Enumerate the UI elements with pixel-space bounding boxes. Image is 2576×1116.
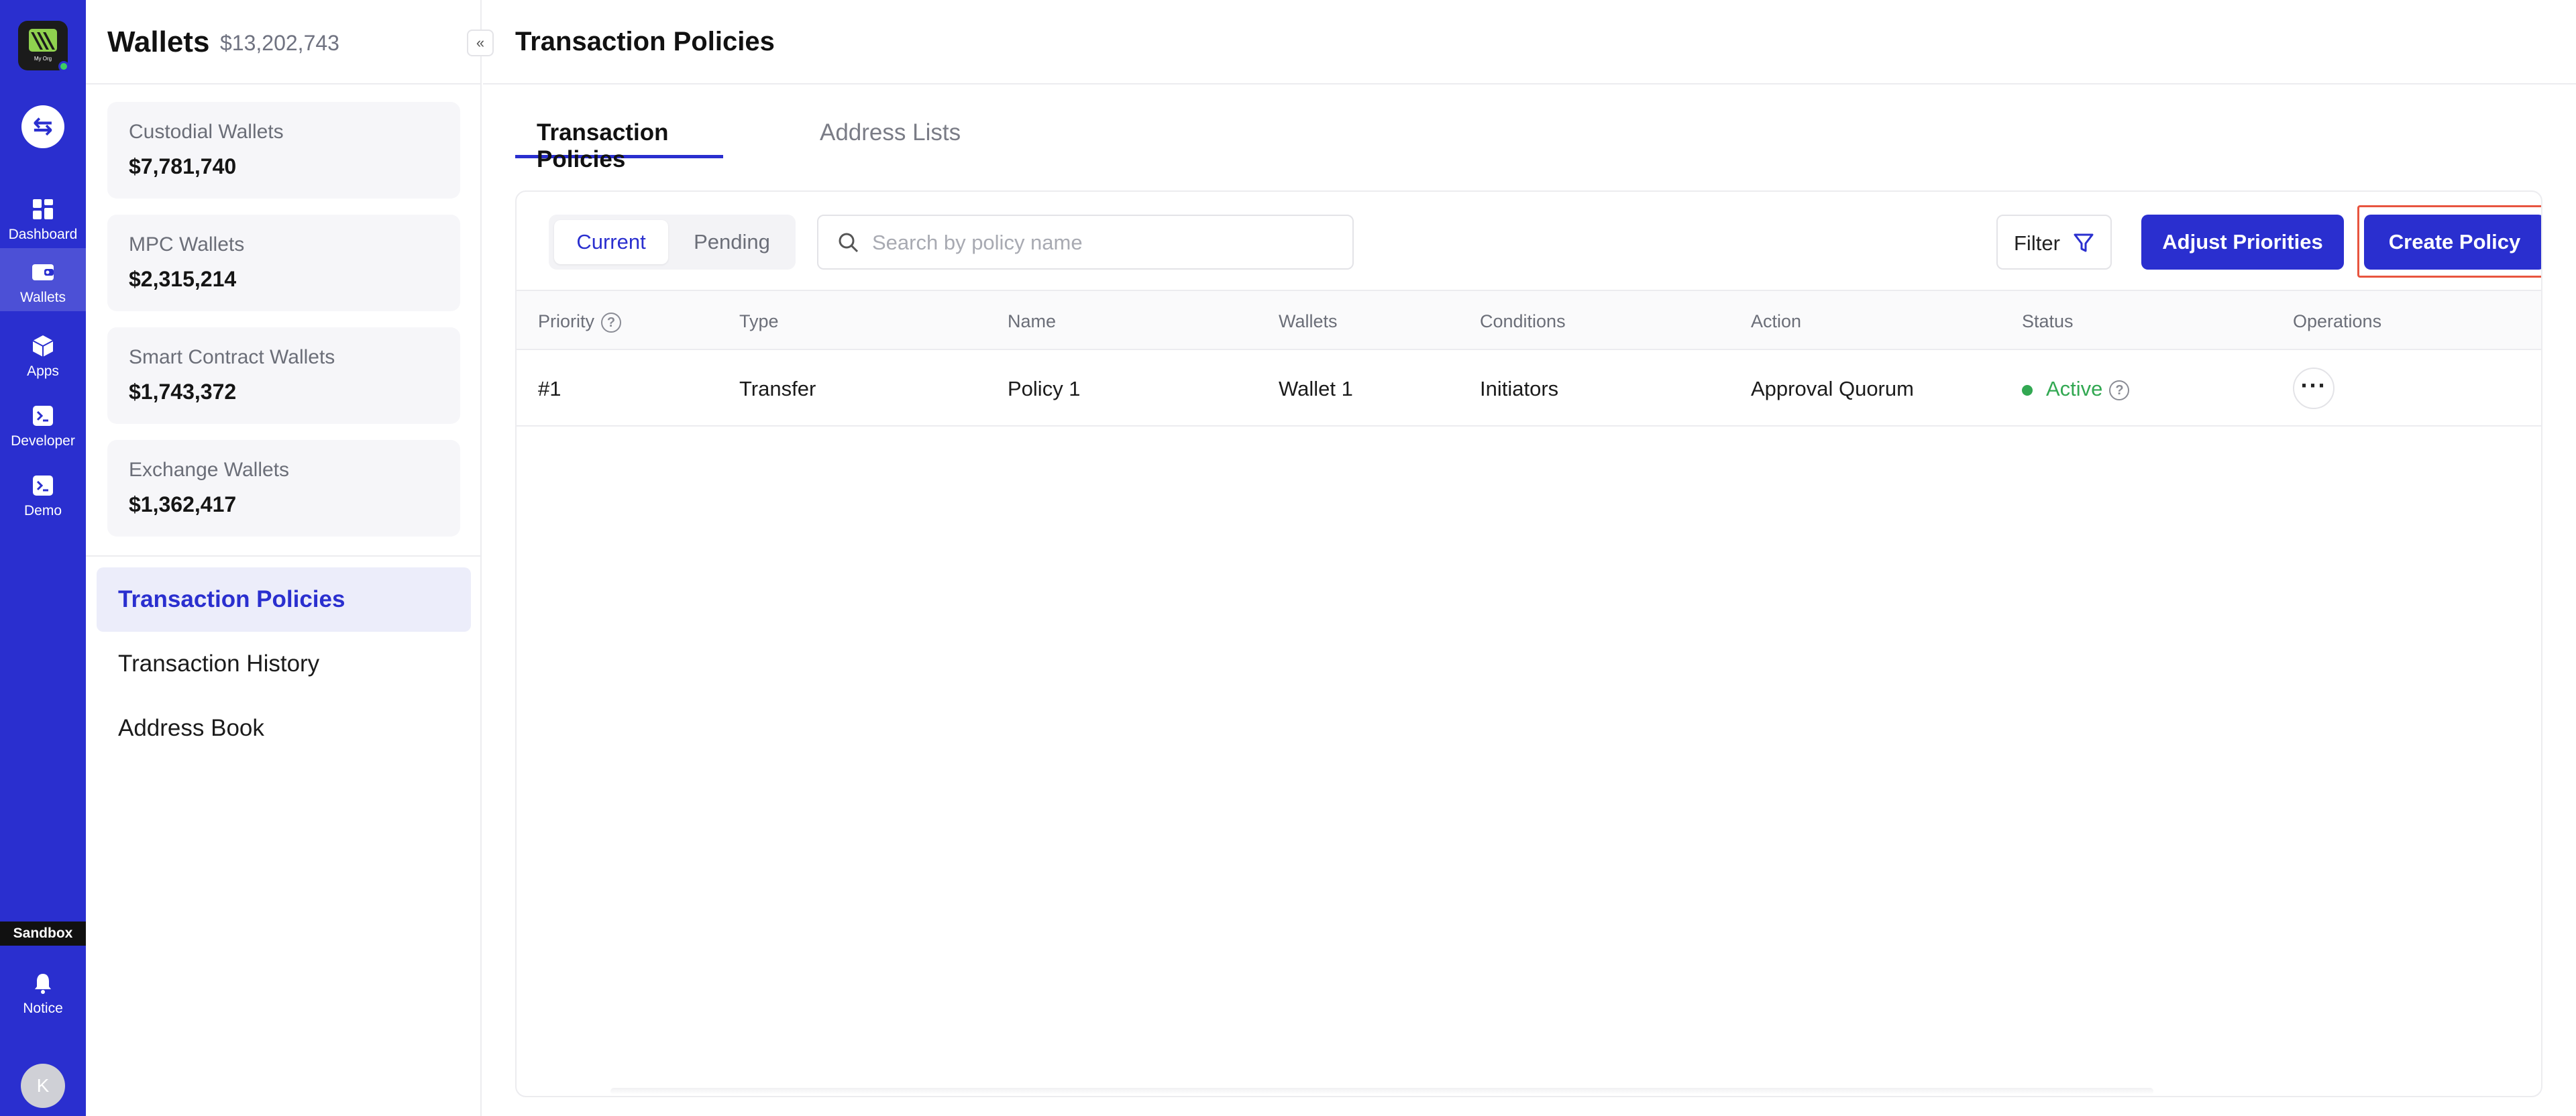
rail-item-apps[interactable]: Apps (0, 322, 86, 385)
dashboard-icon (33, 199, 53, 219)
search-input[interactable] (872, 225, 1342, 260)
wallet-card-value: $2,315,214 (129, 267, 237, 291)
wallets-sidebar: Wallets $13,202,743 Custodial Wallets $7… (86, 0, 482, 1116)
column-header-status: Status (2022, 311, 2074, 331)
filter-icon (2074, 233, 2094, 252)
column-header-label: Priority (538, 311, 595, 331)
wallet-card-name: MPC Wallets (129, 233, 245, 256)
policy-state-toggle: Current Pending (549, 215, 796, 270)
terminal-icon (33, 406, 53, 426)
wallet-card-name: Smart Contract Wallets (129, 346, 335, 368)
sidebar-divider (86, 555, 480, 557)
bell-icon (35, 974, 51, 994)
sidebar-link-address-book[interactable]: Address Book (97, 696, 471, 761)
wallet-card-custodial[interactable]: Custodial Wallets $7,781,740 (107, 102, 460, 199)
wallet-card-name: Custodial Wallets (129, 121, 284, 143)
segment-current[interactable]: Current (554, 220, 668, 264)
avatar[interactable]: K (21, 1064, 65, 1108)
cube-icon (32, 335, 54, 357)
wallet-card-value: $7,781,740 (129, 154, 237, 178)
cell-conditions: Initiators (1480, 377, 1559, 400)
search-box (817, 215, 1354, 270)
segment-pending[interactable]: Pending (674, 220, 790, 264)
cell-priority: #1 (538, 377, 561, 400)
main-header: Transaction Policies (483, 0, 2576, 85)
status-label: Active (2046, 377, 2103, 400)
rail-label-developer: Developer (11, 433, 75, 449)
scroll-shadow (610, 1088, 2153, 1095)
cell-wallets: Wallet 1 (1279, 377, 1353, 400)
help-icon[interactable]: ? (2109, 380, 2130, 400)
status-badge: Active? (2022, 377, 2130, 401)
column-header-action: Action (1751, 311, 1802, 331)
cell-name: Policy 1 (1008, 377, 1081, 400)
wallet-card-value: $1,362,417 (129, 492, 237, 516)
column-header-wallets: Wallets (1279, 311, 1338, 331)
help-icon[interactable]: ? (601, 312, 622, 333)
rail-label-dashboard: Dashboard (8, 227, 78, 242)
tab-address-lists[interactable]: Address Lists (820, 119, 961, 158)
filter-label: Filter (2014, 231, 2060, 255)
rail-item-demo[interactable]: Demo (0, 461, 86, 524)
sidebar-total: $13,202,743 (220, 31, 339, 55)
adjust-priorities-button[interactable]: Adjust Priorities (2141, 215, 2344, 270)
terminal-icon (33, 476, 53, 496)
rail-item-notice[interactable]: Notice (0, 959, 86, 1022)
wallet-card-smart-contract[interactable]: Smart Contract Wallets $1,743,372 (107, 327, 460, 424)
filter-button[interactable]: Filter (1996, 215, 2112, 270)
column-header-name: Name (1008, 311, 1057, 331)
sidebar-link-transaction-history[interactable]: Transaction History (97, 632, 471, 696)
column-header-operations: Operations (2293, 311, 2382, 331)
rail-item-wallets[interactable]: Wallets (0, 248, 86, 311)
rail-item-dashboard[interactable]: Dashboard (0, 185, 86, 248)
rail-item-developer[interactable]: Developer (0, 392, 86, 455)
wallet-card-mpc[interactable]: MPC Wallets $2,315,214 (107, 215, 460, 311)
row-more-button[interactable]: ··· (2293, 368, 2334, 409)
org-logo[interactable]: My Org (18, 21, 69, 72)
sidebar-header: Wallets $13,202,743 (86, 0, 480, 85)
cell-action: Approval Quorum (1751, 377, 1914, 400)
create-policy-button[interactable]: Create Policy (2364, 215, 2541, 270)
online-status-dot (58, 61, 69, 72)
rail-label-wallets: Wallets (19, 290, 66, 305)
sandbox-badge: Sandbox (0, 922, 86, 946)
sidebar-title: Wallets (107, 25, 210, 58)
app-rail: My Org ⇆ Dashboard Wallets Apps Develope… (0, 0, 86, 1116)
logo-mark-icon (29, 29, 57, 52)
wallet-card-name: Exchange Wallets (129, 459, 290, 481)
sidebar-link-transaction-policies[interactable]: Transaction Policies (97, 567, 471, 632)
main-content: Transaction Policies Transaction Policie… (483, 0, 2576, 1116)
column-header-type: Type (739, 311, 779, 331)
table-row[interactable]: #1 Transfer Policy 1 Wallet 1 Initiators… (517, 350, 2541, 427)
rail-label-notice: Notice (23, 1001, 63, 1016)
wallet-icon (32, 264, 54, 280)
rail-label-apps: Apps (27, 364, 59, 379)
tab-transaction-policies[interactable]: Transaction Policies (515, 119, 723, 172)
status-dot (2022, 384, 2033, 396)
switch-icon[interactable]: ⇆ (21, 105, 64, 148)
policies-panel: Current Pending Filter Adjust Priorities… (515, 190, 2542, 1097)
wallet-card-value: $1,743,372 (129, 380, 237, 404)
table-header: Priority? Type Name Wallets Conditions A… (517, 290, 2541, 350)
rail-label-demo: Demo (23, 503, 62, 518)
column-header-priority: Priority? (538, 311, 622, 333)
search-icon (839, 233, 859, 253)
column-header-conditions: Conditions (1480, 311, 1566, 331)
logo-org-name: My Org (34, 56, 52, 62)
cell-type: Transfer (739, 377, 816, 400)
page-title: Transaction Policies (515, 27, 775, 56)
wallet-card-exchange[interactable]: Exchange Wallets $1,362,417 (107, 440, 460, 537)
